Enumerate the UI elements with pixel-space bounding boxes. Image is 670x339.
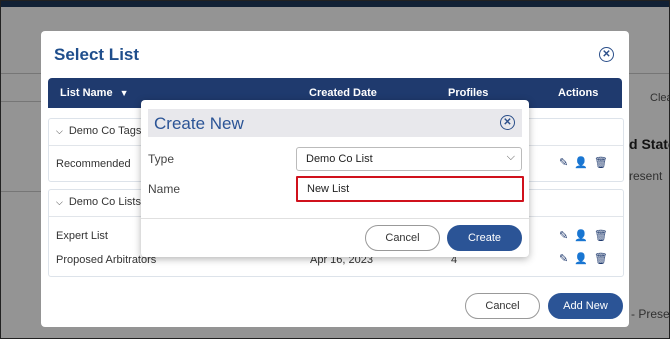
row-actions: ✎👤🗑 [559,156,614,169]
column-actions: Actions [558,87,599,99]
type-label: Type [148,152,175,166]
close-icon[interactable]: ✕ [500,115,515,130]
edit-icon[interactable]: ✎ [559,230,574,242]
list-item-name[interactable]: Expert List [56,230,108,242]
trash-icon[interactable]: 🗑 [594,230,614,242]
group-title: ⌵ Demo Co Tags [56,125,141,137]
name-label: Name [148,182,181,196]
close-icon[interactable]: ✕ [599,47,614,62]
edit-icon[interactable]: ✎ [559,157,574,169]
create-button[interactable]: Create [447,225,522,251]
sort-down-icon[interactable]: ▼ [120,88,129,98]
cancel-button[interactable]: Cancel [465,293,540,319]
create-new-modal: Create New ✕ Type Demo Co List ⌵ Name Ne… [141,100,529,257]
dialog-divider [141,218,529,219]
column-profiles: Profiles [448,87,489,99]
add-new-button[interactable]: Add New [548,293,623,319]
type-select[interactable]: Demo Co List ⌵ [296,147,522,171]
chevron-down-icon: ⌵ [506,151,515,163]
add-user-icon[interactable]: 👤 [574,230,594,242]
column-created-date: Created Date [309,87,377,99]
add-user-icon[interactable]: 👤 [574,253,594,265]
name-input[interactable]: New List [296,176,524,202]
chevron-down-icon: ⌵ [56,197,63,207]
window-frame: Clea d State resent - Prese Select List … [0,0,670,339]
add-user-icon[interactable]: 👤 [574,157,594,169]
list-name-header-label: List Name [60,87,113,99]
select-list-title: Select List [54,45,140,64]
group-title: ⌵ Demo Co Lists [56,196,141,208]
create-new-title: Create New [154,114,244,133]
list-item-name[interactable]: Recommended [56,158,131,170]
group-title-text: Demo Co Tags [68,125,142,137]
edit-icon[interactable]: ✎ [559,253,574,265]
trash-icon[interactable]: 🗑 [594,157,614,169]
row-actions: ✎👤🗑 [559,229,614,242]
chevron-down-icon: ⌵ [56,126,63,136]
trash-icon[interactable]: 🗑 [594,253,614,265]
cancel-button[interactable]: Cancel [365,225,440,251]
column-list-name[interactable]: List Name ▼ [60,87,129,99]
create-new-header: Create New ✕ [148,109,522,137]
group-title-text: Demo Co Lists [68,196,141,208]
type-select-value: Demo Co List [306,153,373,165]
name-input-value: New List [307,183,350,195]
row-actions: ✎👤🗑 [559,252,614,265]
